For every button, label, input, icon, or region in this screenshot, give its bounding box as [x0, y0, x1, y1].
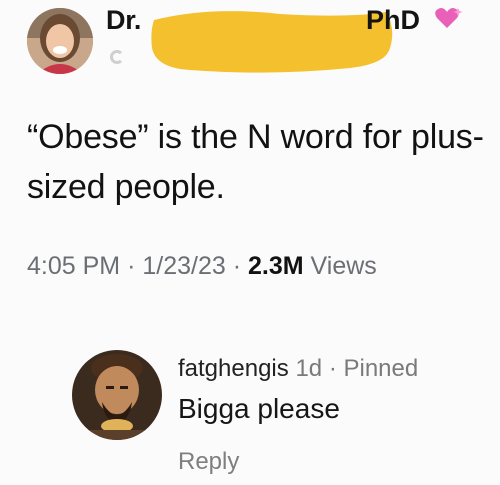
- views-count: 2.3M: [248, 252, 304, 280]
- commenter-username[interactable]: fatghengis: [178, 355, 289, 382]
- tweet-date[interactable]: 1/23/23: [142, 252, 225, 280]
- handle-at-icon: [110, 50, 124, 64]
- commenter-avatar-image: [72, 350, 162, 440]
- comment-text: Bigga please: [178, 393, 340, 424]
- views-label: Views: [310, 252, 377, 280]
- author-avatar-image: [27, 8, 93, 74]
- comment-header: fatghengis 1d · Pinned: [178, 355, 418, 383]
- tweet-meta: 4:05 PM · 1/23/23 · 2.3M Views: [27, 252, 377, 281]
- meta-separator: ·: [127, 252, 136, 280]
- pinned-label: Pinned: [343, 355, 419, 382]
- author-name-prefix[interactable]: Dr.: [106, 5, 141, 36]
- commenter-avatar[interactable]: [72, 350, 162, 440]
- tweet-text: “Obese” is the N word for plus-sized peo…: [27, 118, 484, 206]
- reply-button[interactable]: Reply: [178, 448, 239, 476]
- tweet-time: 4:05 PM: [27, 252, 121, 280]
- comment-age: 1d: [295, 355, 323, 382]
- author-avatar[interactable]: [27, 8, 93, 74]
- screenshot: Dr. PhD “Obese” is the N word for plus-s…: [0, 0, 500, 485]
- redaction-highlight: [151, 11, 393, 73]
- comment-separator: ·: [328, 355, 337, 382]
- author-name-suffix[interactable]: PhD: [366, 5, 420, 36]
- meta-separator: ·: [232, 252, 242, 280]
- sparkling-heart-icon: [435, 8, 463, 28]
